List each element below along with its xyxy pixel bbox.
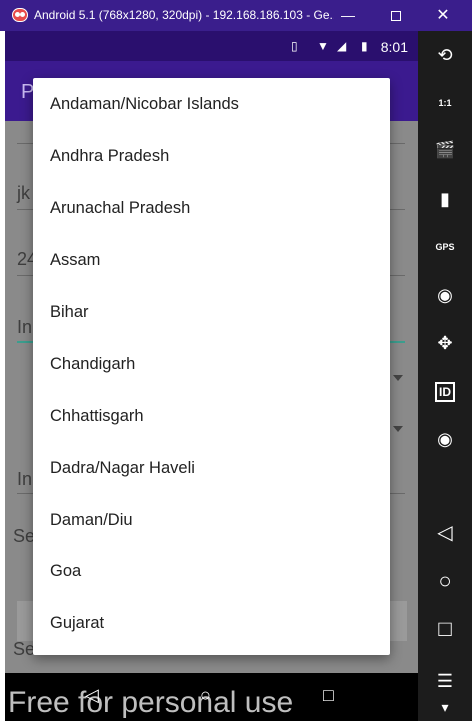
section-label: Se <box>13 639 36 659</box>
minimize-button[interactable]: — <box>325 0 371 31</box>
dropdown-option[interactable]: Chandigarh <box>33 338 390 390</box>
nav-recents-button[interactable]: □ <box>323 685 334 706</box>
gps-icon[interactable]: GPS <box>418 227 472 267</box>
battery-icon: ▮ <box>361 39 368 53</box>
dropdown-option[interactable]: Andhra Pradesh <box>33 130 390 182</box>
back-button[interactable]: ◁ <box>418 513 472 553</box>
state-dropdown-list: Andaman/Nicobar Islands Andhra Pradesh A… <box>33 78 390 655</box>
dropdown-option[interactable]: Dadra/Nagar Haveli <box>33 442 390 494</box>
spinner-arrow-icon[interactable] <box>393 375 403 381</box>
status-time: 8:01 <box>380 39 408 55</box>
section-label: Se <box>13 526 36 546</box>
dropdown-option[interactable]: Goa <box>33 545 390 597</box>
name-field[interactable]: jk <box>17 183 30 204</box>
battery-widget-icon[interactable]: ▮ <box>418 179 472 219</box>
screencast-icon[interactable]: 🎬 <box>418 131 472 171</box>
rotate-icon[interactable]: ⟲ <box>418 35 472 75</box>
wifi-icon: ▼ <box>317 39 329 53</box>
watermark-text: Free for personal use <box>8 686 294 719</box>
recents-button[interactable]: □ <box>418 609 472 649</box>
dropdown-option[interactable]: Gujarat <box>33 597 390 649</box>
home-button[interactable]: ○ <box>418 561 472 601</box>
vibrate-icon: ▯ <box>291 39 298 53</box>
text-field[interactable]: In <box>17 469 32 490</box>
text-field[interactable]: In <box>17 317 32 338</box>
media-icon[interactable]: ◉ <box>418 419 472 459</box>
pixel-perfect-icon[interactable]: 1:1 <box>418 83 472 123</box>
emulator-toolbar: ⟲ 1:1 🎬 ▮ GPS ◉ ✥ ID ◉ ◁ ○ □ ☰ ▾ <box>418 31 472 721</box>
dpad-icon[interactable]: ✥ <box>418 323 472 363</box>
close-button[interactable]: ✕ <box>420 0 466 31</box>
dropdown-option[interactable]: Chhattisgarh <box>33 390 390 442</box>
window-title-bar: Android 5.1 (768x1280, 320dpi) - 192.168… <box>0 0 472 31</box>
window-title: Android 5.1 (768x1280, 320dpi) - 192.168… <box>34 8 334 22</box>
device-id-icon[interactable]: ID <box>418 371 472 411</box>
dropdown-option[interactable]: Andaman/Nicobar Islands <box>33 78 390 130</box>
dropdown-option[interactable]: Daman/Diu <box>33 494 390 546</box>
more-button[interactable]: ▾ <box>418 693 472 721</box>
dropdown-option[interactable]: Assam <box>33 234 390 286</box>
status-bar: ▯ ▼ ◢ ▮ 8:01 <box>5 31 418 61</box>
dropdown-option[interactable]: Bihar <box>33 286 390 338</box>
genymotion-logo-icon <box>12 8 28 22</box>
signal-icon: ◢ <box>337 39 347 53</box>
dropdown-option[interactable]: Arunachal Pradesh <box>33 182 390 234</box>
maximize-icon <box>391 11 401 22</box>
camera-icon[interactable]: ◉ <box>418 275 472 315</box>
maximize-button[interactable] <box>373 0 419 31</box>
spinner-arrow-icon[interactable] <box>393 426 403 432</box>
